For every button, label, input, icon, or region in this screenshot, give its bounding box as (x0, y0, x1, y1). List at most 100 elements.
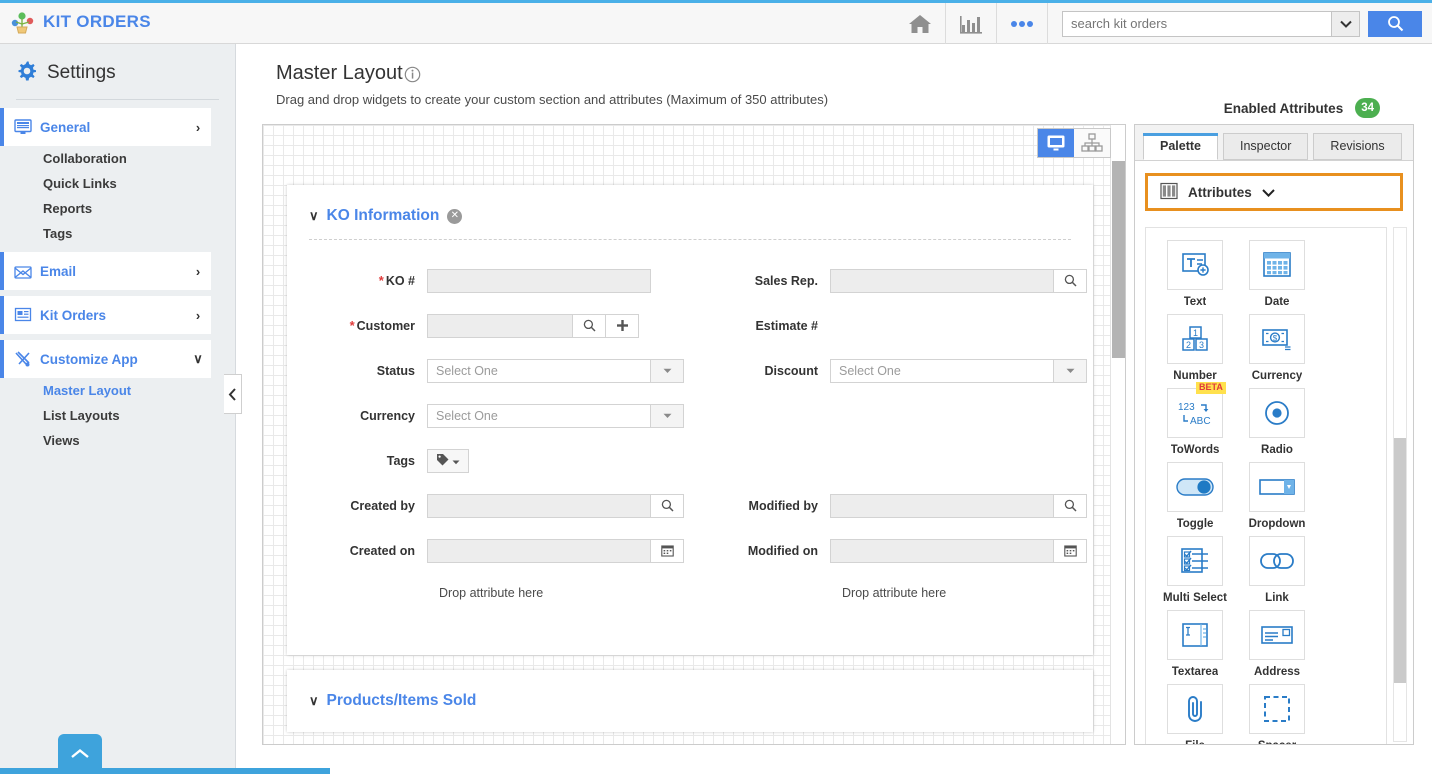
palette-item-currency[interactable]: $ Currency (1236, 314, 1318, 382)
home-icon[interactable] (895, 3, 945, 44)
brand[interactable]: KIT ORDERS (10, 6, 151, 38)
palette-item-textarea[interactable]: Textarea (1154, 610, 1236, 678)
chevron-down-icon[interactable] (1331, 11, 1359, 36)
tag-icon (436, 453, 449, 469)
bar-chart-icon[interactable] (946, 3, 996, 44)
palette-item-radio[interactable]: Radio (1236, 388, 1318, 456)
tab-revisions[interactable]: Revisions (1313, 133, 1402, 160)
required-marker: * (349, 318, 355, 333)
document-icon (14, 307, 40, 323)
sidebar-item-kit-orders[interactable]: Kit Orders › (0, 296, 211, 334)
sidebar-subitem-reports[interactable]: Reports (0, 196, 235, 221)
search-submit-button[interactable] (1368, 10, 1422, 37)
currency-select[interactable]: Select One (427, 403, 651, 428)
tab-palette[interactable]: Palette (1143, 133, 1218, 160)
svg-text:1: 1 (1193, 328, 1198, 338)
svg-text:ABC: ABC (1190, 416, 1211, 427)
tools-icon (14, 350, 40, 368)
main-content: Master Layout Drag and drop widgets to c… (236, 44, 1432, 774)
palette-item-spacer[interactable]: Spacer (1236, 684, 1318, 744)
desktop-view-button[interactable] (1038, 129, 1074, 157)
tags-button[interactable] (427, 448, 469, 473)
section-ko-information[interactable]: ∨ KO Information ✕ * KO # * Customer Sta… (287, 185, 1093, 655)
attributes-palette-grid: Text Date 1 2 3 Number $ Currency BETA 1… (1145, 227, 1387, 744)
palette-item-towords[interactable]: BETA 123 ABC ToWords (1154, 382, 1236, 456)
discount-select[interactable]: Select One (830, 358, 1054, 383)
palette-item-number[interactable]: 1 2 3 Number (1154, 314, 1236, 382)
created-by-input[interactable] (427, 493, 651, 518)
palette-item-file[interactable]: File (1154, 684, 1236, 744)
status-select[interactable]: Select One (427, 358, 651, 383)
sidebar-item-email[interactable]: Email › (0, 252, 211, 290)
drop-attribute-zone-left[interactable]: Drop attribute here (287, 573, 690, 613)
bottom-accent-bar (0, 768, 330, 774)
canvas-scrollbar-thumb[interactable] (1112, 161, 1125, 358)
palette-item-toggle[interactable]: Toggle (1154, 462, 1236, 530)
search-icon[interactable] (1054, 268, 1087, 293)
search-icon[interactable] (1054, 493, 1087, 518)
section-title: Products/Items Sold (326, 692, 477, 709)
palette-item-label: Toggle (1176, 518, 1214, 530)
plus-icon[interactable] (606, 313, 639, 338)
hierarchy-view-button[interactable] (1074, 129, 1110, 157)
palette-item-label: Currency (1251, 370, 1303, 382)
layout-canvas[interactable]: ∨ KO Information ✕ * KO # * Customer Sta… (262, 124, 1126, 745)
drop-attribute-zone-right[interactable]: Drop attribute here (690, 573, 1093, 613)
view-toggle-group (1037, 128, 1111, 158)
link-chain-icon (1249, 536, 1305, 586)
palette-item-dropdown[interactable]: Dropdown (1236, 462, 1318, 530)
customer-input[interactable] (427, 313, 573, 338)
sales-rep-input[interactable] (830, 268, 1054, 293)
sidebar-subitem-tags[interactable]: Tags (0, 221, 235, 246)
attributes-accordion-header[interactable]: Attributes (1145, 173, 1403, 211)
attributes-label: Attributes (1188, 184, 1252, 200)
caret-down-icon[interactable] (1054, 358, 1087, 383)
created-on-input[interactable] (427, 538, 651, 563)
palette-scrollbar-thumb[interactable] (1394, 438, 1406, 683)
sidebar-subitem-list-layouts[interactable]: List Layouts (0, 403, 235, 428)
palette-item-date[interactable]: Date (1236, 240, 1318, 308)
section-products-items-sold[interactable]: ∨ Products/Items Sold (287, 670, 1093, 732)
ko-number-input[interactable] (427, 268, 651, 293)
caret-down-icon[interactable] (651, 358, 684, 383)
plant-logo-icon (10, 10, 36, 34)
modified-on-input[interactable] (830, 538, 1054, 563)
sidebar-subitem-master-layout[interactable]: Master Layout (0, 378, 235, 403)
caret-down-icon[interactable] (651, 403, 684, 428)
search-input[interactable] (1063, 11, 1331, 36)
palette-item-link[interactable]: Link (1236, 536, 1318, 604)
palette-scrollbar[interactable] (1393, 227, 1407, 742)
search-area (1048, 3, 1432, 44)
canvas-scrollbar[interactable] (1110, 125, 1125, 744)
tab-inspector[interactable]: Inspector (1223, 133, 1309, 160)
svg-text:$: $ (1273, 334, 1278, 343)
svg-text:123: 123 (1178, 402, 1195, 413)
paperclip-icon (1167, 684, 1223, 734)
scroll-to-top-button[interactable] (58, 734, 102, 774)
search-icon[interactable] (651, 493, 684, 518)
close-icon[interactable]: ✕ (447, 208, 463, 224)
field-label: Status (376, 363, 415, 378)
sidebar-collapse-handle[interactable] (224, 374, 242, 414)
modified-by-input[interactable] (830, 493, 1054, 518)
palette-item-label: Spacer (1258, 740, 1296, 744)
chevron-down-icon[interactable]: ∨ (309, 693, 319, 709)
chevron-down-icon[interactable]: ∨ (309, 208, 319, 224)
search-icon[interactable] (573, 313, 606, 338)
field-empty-1 (690, 393, 1093, 438)
calendar-icon[interactable] (651, 538, 684, 563)
palette-item-address[interactable]: Address (1236, 610, 1318, 678)
sidebar-subitem-views[interactable]: Views (0, 428, 235, 453)
sidebar-subitem-collaboration[interactable]: Collaboration (0, 146, 235, 171)
section-header: ∨ KO Information ✕ (287, 185, 1093, 225)
palette-item-text[interactable]: Text (1154, 240, 1236, 308)
palette-item-multi-select[interactable]: Multi Select (1154, 536, 1236, 604)
info-icon[interactable] (404, 66, 421, 86)
calendar-icon[interactable] (1054, 538, 1087, 563)
sidebar-item-customize-app[interactable]: Customize App ∨ (0, 340, 211, 378)
chevron-down-icon: ∨ (193, 351, 203, 366)
sidebar-subitem-quick-links[interactable]: Quick Links (0, 171, 235, 196)
ellipsis-icon[interactable] (997, 3, 1047, 44)
sidebar-item-general[interactable]: General › (0, 108, 211, 146)
page-title: Master Layout (276, 62, 403, 84)
